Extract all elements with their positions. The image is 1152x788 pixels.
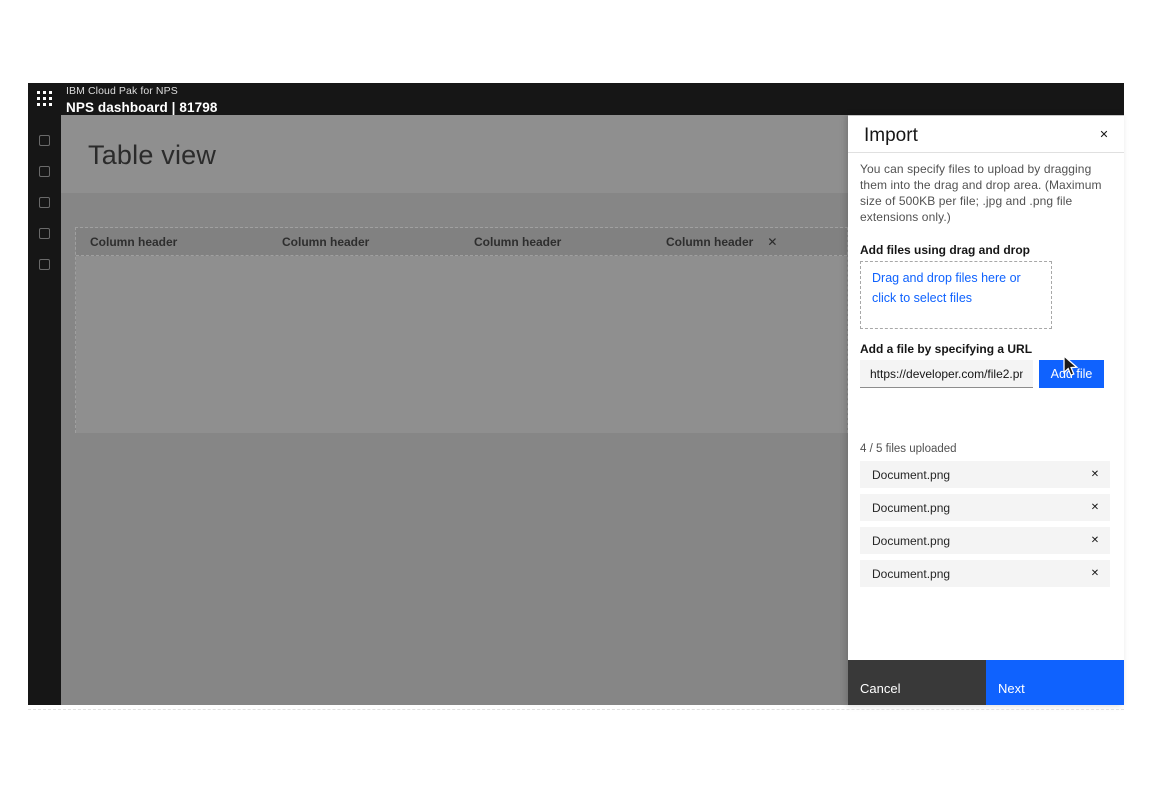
file-name: Document.png [860,468,1080,482]
add-file-button[interactable]: Add file [1039,360,1104,388]
close-icon: ✕ [1091,469,1099,480]
page-edge-guide [28,709,1124,710]
close-icon: ✕ [1099,128,1108,141]
uploaded-file-list: Document.png ✕ Document.png ✕ Document.p… [860,461,1110,587]
panel-footer: Cancel Next [848,660,1124,705]
remove-file-button[interactable]: ✕ [1080,527,1110,554]
panel-close-button[interactable]: ✕ [1095,125,1113,143]
title-band: Table view [61,115,848,193]
table-body-placeholder [76,256,847,433]
import-panel-header: Import ✕ [848,116,1124,153]
table-placeholder: Column header Column header Column heade… [75,227,848,433]
cancel-button[interactable]: Cancel [848,660,986,705]
top-header-bar: IBM Cloud Pak for NPS NPS dashboard | 81… [28,83,1124,115]
file-item: Document.png ✕ [860,494,1110,521]
header-app-name: IBM Cloud Pak for NPS [66,86,217,97]
file-url-input[interactable] [860,360,1033,388]
remove-file-button[interactable]: ✕ [1080,560,1110,587]
file-name: Document.png [860,567,1080,581]
file-item: Document.png ✕ [860,527,1110,554]
file-name: Document.png [860,501,1080,515]
sidebar-item-3[interactable] [39,197,50,208]
column-header-3: Column header [460,235,652,249]
upload-status: 4 / 5 files uploaded [860,443,1110,455]
import-panel-title: Import [864,125,918,147]
square-placeholder-icon [39,197,50,208]
app-switcher-icon[interactable] [37,91,54,108]
square-placeholder-icon [39,259,50,270]
left-nav-rail [28,115,61,705]
page: IBM Cloud Pak for NPS NPS dashboard | 81… [0,0,1152,788]
file-item: Document.png ✕ [860,560,1110,587]
column-header-4: Column header ✕ [652,235,844,249]
close-icon: ✕ [1091,502,1099,513]
close-icon: ✕ [1091,535,1099,546]
square-placeholder-icon [39,135,50,146]
remove-file-button[interactable]: ✕ [1080,494,1110,521]
app-window: IBM Cloud Pak for NPS NPS dashboard | 81… [28,83,1124,705]
column-header-2: Column header [268,235,460,249]
main-content-scrimmed: Table view Column header Column header C… [61,115,848,705]
sidebar-item-5[interactable] [39,259,50,270]
file-dropzone[interactable]: Drag and drop files here or click to sel… [860,261,1052,329]
sidebar-item-4[interactable] [39,228,50,239]
square-placeholder-icon [39,166,50,177]
url-section-label: Add a file by specifying a URL [860,342,1110,356]
column-header-1: Column header [76,235,268,249]
sidebar-item-1[interactable] [39,135,50,146]
url-row: Add file [860,360,1110,388]
square-placeholder-icon [39,228,50,239]
import-description: You can specify files to upload by dragg… [860,161,1110,225]
dropzone-text-line1: Drag and drop files here or [872,272,1051,285]
page-title: Table view [88,140,216,171]
drag-drop-label: Add files using drag and drop [860,243,1110,257]
header-page-title: NPS dashboard | 81798 [66,101,217,115]
dropzone-text-line2: click to select files [872,292,1051,305]
header-text-group: IBM Cloud Pak for NPS NPS dashboard | 81… [66,86,217,114]
file-item: Document.png ✕ [860,461,1110,488]
next-button[interactable]: Next [986,660,1124,705]
import-panel: Import ✕ You can specify files to upload… [848,115,1124,705]
table-close-icon[interactable]: ✕ [767,236,777,248]
import-panel-body: You can specify files to upload by dragg… [848,153,1124,587]
sidebar-item-2[interactable] [39,166,50,177]
remove-file-button[interactable]: ✕ [1080,461,1110,488]
table-header-row: Column header Column header Column heade… [76,228,847,256]
close-icon: ✕ [1091,568,1099,579]
file-name: Document.png [860,534,1080,548]
